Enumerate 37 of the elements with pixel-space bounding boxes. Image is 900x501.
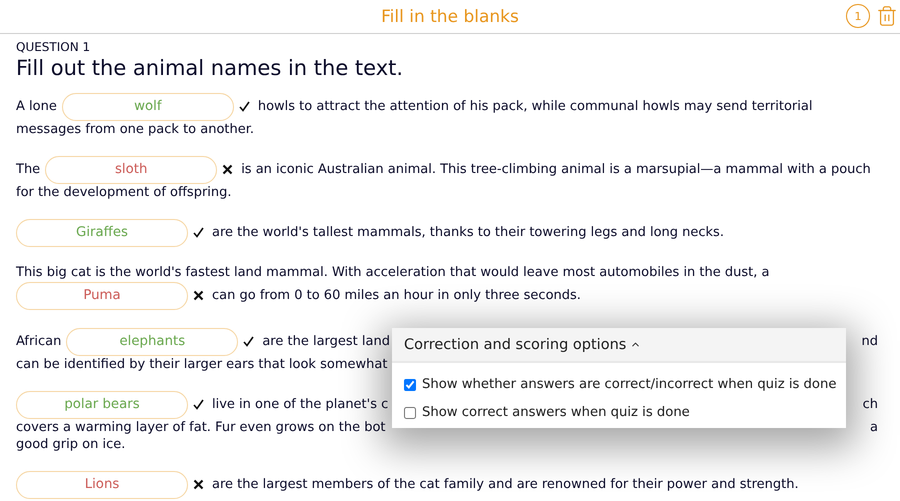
sentence-text: howls to attract the attention of his pack, while communal howls may send territorial	[258, 99, 812, 114]
option-checkbox[interactable]	[404, 378, 416, 390]
sentence-text: is an iconic Australian animal. This tree-climbing animal is a marsupial—a mammal with a pouch	[241, 162, 871, 177]
sentence-text: ch	[862, 397, 878, 412]
sentence-text: covers a warming layer of fat. Fur even grows on the bot	[16, 420, 386, 435]
sentence-text: are the largest members of the cat family and are renowned for their power and strength.	[212, 477, 799, 492]
sentence-text: can go from 0 to 60 miles an hour in only three seconds.	[212, 288, 581, 303]
answer-field[interactable]: Puma	[16, 282, 188, 310]
sentence-text: are the largest land	[262, 334, 390, 349]
sentence-text: This big cat is the world's fastest land mammal. With acceleration that would leave most automobiles in the dust, a	[16, 265, 770, 280]
sentence-text: can be identified by their larger ears that look somewhat	[16, 357, 388, 372]
option-label: Show correct answers when quiz is done	[422, 405, 690, 420]
option-checkbox[interactable]	[404, 406, 416, 418]
question-count-badge: 1	[846, 4, 870, 28]
app-title: Fill in the blanks	[381, 6, 519, 26]
question-title: Fill out the animal names in the text.	[16, 55, 404, 81]
sentence-text: for the development of offspring.	[16, 185, 232, 200]
answer-field[interactable]: Lions	[16, 470, 188, 498]
sentence-text: The	[16, 162, 40, 177]
sentence-text: messages from one pack to another.	[16, 122, 254, 137]
question-label: QUESTION 1	[16, 40, 92, 55]
sentence-text: are the world's tallest mammals, thanks to their towering legs and long necks.	[212, 225, 724, 240]
options-title: Correction and scoring options	[404, 336, 626, 352]
option-label: Show whether answers are correct/incorrect when quiz is done	[422, 377, 836, 392]
sentence-text: good grip on ice.	[16, 437, 126, 452]
sentence-text: African	[16, 334, 62, 349]
sentence-text: A lone	[16, 99, 57, 114]
sentence-text: nd	[862, 334, 878, 349]
sentence-text: live in one of the planet's c	[212, 397, 388, 412]
answer-field[interactable]: Giraffes	[16, 218, 188, 246]
answer-field[interactable]: wolf	[62, 92, 234, 120]
answer-field[interactable]: polar bears	[16, 390, 188, 418]
options-header[interactable]: Correction and scoring options	[392, 328, 846, 363]
answer-field[interactable]: sloth	[45, 156, 218, 184]
sentence-text: a	[870, 420, 878, 435]
trash-icon[interactable]	[876, 5, 898, 27]
answer-field[interactable]: elephants	[66, 328, 238, 356]
